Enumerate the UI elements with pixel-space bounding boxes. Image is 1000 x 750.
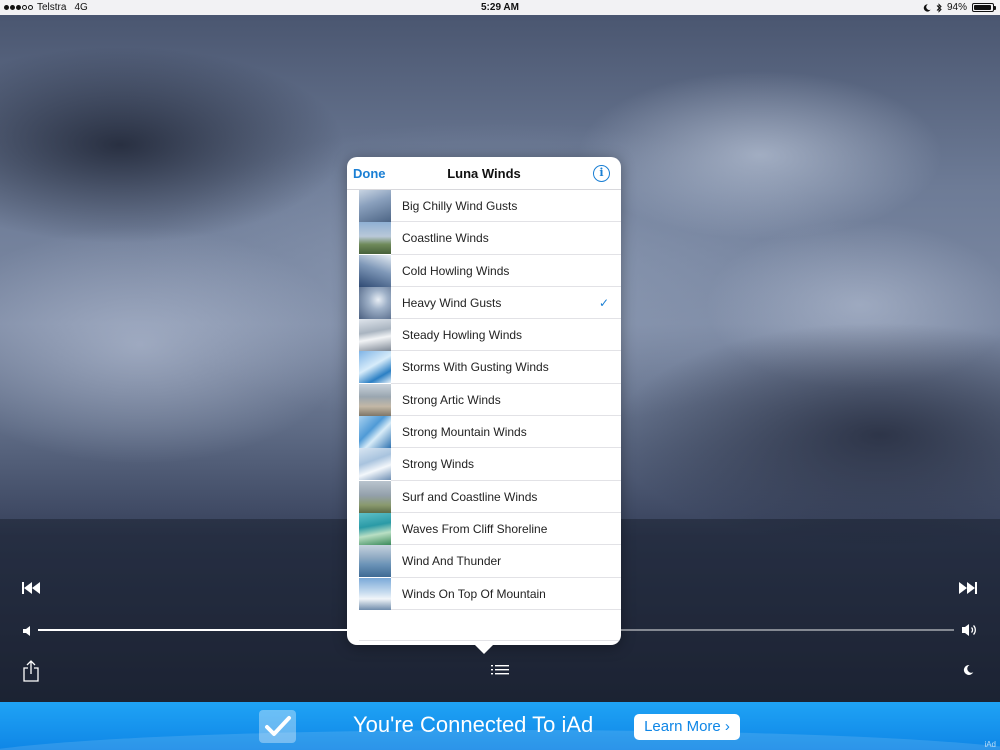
sound-list-popover: Done Luna Winds i Big Chilly Wind Gusts C…: [347, 157, 621, 645]
iad-banner[interactable]: You're Connected To iAd Learn More › iAd: [0, 702, 1000, 750]
learn-more-button[interactable]: Learn More ›: [634, 714, 740, 740]
sound-label: Surf and Coastline Winds: [402, 489, 538, 504]
checkmark-icon: [259, 710, 296, 743]
skip-forward-icon[interactable]: [958, 580, 978, 596]
volume-low-icon[interactable]: [22, 624, 34, 636]
sound-list-item[interactable]: Big Chilly Wind Gusts: [347, 190, 621, 223]
sound-thumbnail: [359, 416, 391, 449]
popover-title: Luna Winds: [447, 165, 521, 181]
selected-check-icon: ✓: [598, 295, 609, 310]
popover-header: Done Luna Winds i: [347, 157, 621, 190]
sound-thumbnail: [359, 545, 391, 578]
sound-label: Winds On Top Of Mountain: [402, 586, 546, 601]
sound-label: Heavy Wind Gusts: [402, 295, 502, 310]
done-button[interactable]: Done: [353, 157, 386, 190]
sound-thumbnail: [359, 351, 391, 384]
sound-thumbnail: [359, 319, 391, 352]
list-divider: [359, 640, 621, 641]
sound-thumbnail: [359, 448, 391, 481]
sound-label: Strong Mountain Winds: [402, 425, 527, 440]
volume-high-icon[interactable]: [961, 622, 979, 638]
share-icon[interactable]: [22, 659, 40, 683]
iad-mark: iAd: [984, 740, 996, 749]
sound-label: Steady Howling Winds: [402, 328, 523, 343]
ad-text: You're Connected To iAd: [353, 712, 594, 737]
sound-label: Waves From Cliff Shoreline: [402, 521, 548, 536]
battery-percent: 94%: [946, 2, 967, 13]
status-bar: Telstra 4G 5:29 AM 94%: [0, 0, 1000, 15]
sound-label: Wind And Thunder: [402, 554, 502, 569]
sound-list-item[interactable]: Surf and Coastline Winds: [347, 480, 621, 514]
sound-list-item[interactable]: Strong Mountain Winds: [347, 416, 621, 449]
info-icon[interactable]: i: [593, 165, 610, 182]
sound-thumbnail: [359, 512, 391, 545]
sound-thumbnail: [359, 254, 391, 287]
bluetooth-icon: [936, 2, 942, 13]
sound-label: Storms With Gusting Winds: [402, 360, 549, 375]
sound-list-item[interactable]: Wind And Thunder: [347, 545, 621, 578]
moon-icon: [923, 3, 931, 12]
sound-thumbnail: [359, 577, 391, 610]
sound-thumbnail: [359, 222, 391, 255]
list-icon[interactable]: [491, 664, 509, 677]
sound-list: Big Chilly Wind Gusts Coastline Winds Cold…: [347, 190, 621, 611]
sound-list-item[interactable]: Waves From Cliff Shoreline: [347, 512, 621, 546]
sound-thumbnail: [359, 190, 391, 222]
sound-list-item[interactable]: Steady Howling Winds: [347, 319, 621, 352]
skip-back-icon[interactable]: [21, 580, 41, 596]
sound-list-item[interactable]: Winds On Top Of Mountain: [347, 577, 621, 611]
status-right: 94%: [923, 0, 996, 15]
volume-slider-fill: [38, 629, 350, 631]
battery-icon: [972, 3, 996, 12]
sound-list-item[interactable]: Strong Winds: [347, 448, 621, 481]
status-time: 5:29 AM: [481, 2, 519, 13]
sound-thumbnail: [359, 286, 391, 319]
sound-list-item[interactable]: Heavy Wind Gusts ✓: [347, 286, 621, 320]
battery-fill: [974, 5, 991, 10]
sound-label: Big Chilly Wind Gusts: [402, 199, 518, 213]
sound-label: Strong Winds: [402, 457, 475, 472]
sound-thumbnail: [359, 480, 391, 513]
sound-label: Coastline Winds: [402, 231, 489, 246]
sound-list-item[interactable]: Storms With Gusting Winds: [347, 351, 621, 385]
sound-list-item[interactable]: Cold Howling Winds: [347, 254, 621, 288]
sound-label: Cold Howling Winds: [402, 263, 510, 278]
sound-thumbnail: [359, 383, 391, 416]
sound-list-item[interactable]: Coastline Winds: [347, 222, 621, 255]
sound-list-item[interactable]: Strong Artic Winds: [347, 383, 621, 417]
moon-icon[interactable]: [962, 663, 974, 675]
popover-arrow: [474, 644, 494, 654]
sound-label: Strong Artic Winds: [402, 392, 501, 407]
volume-slider[interactable]: [38, 629, 954, 631]
